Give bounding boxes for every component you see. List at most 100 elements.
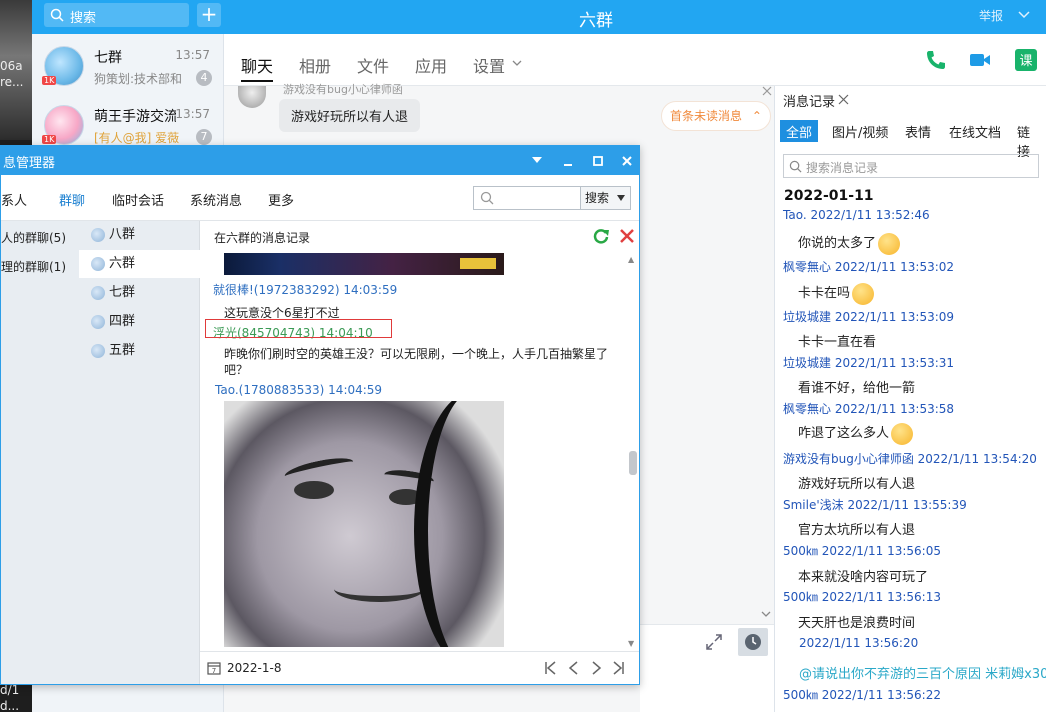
content-title: 在六群的消息记录 xyxy=(214,231,311,245)
scroll-up-icon[interactable]: ▲ xyxy=(628,255,634,264)
manager-footer: 7 2022-1-8 xyxy=(200,651,639,684)
manager-message-list: 在六群的消息记录 就很棒!(1972383292) 14:03:59 这玩意没个… xyxy=(200,221,639,651)
game-banner-image xyxy=(224,253,504,275)
scroll-down-icon[interactable]: ▼ xyxy=(628,639,634,648)
nav-contacts[interactable]: 系人 xyxy=(1,190,27,209)
banner-button xyxy=(460,258,496,269)
last-page-icon[interactable] xyxy=(610,660,626,676)
dropdown-icon[interactable] xyxy=(531,156,543,164)
history-message: 官方太坑所以有人退 xyxy=(798,523,916,538)
nav-groups[interactable]: 群聊 xyxy=(59,190,85,209)
manager-title-bar: 息管理器 xyxy=(1,146,639,175)
group-item[interactable]: 八群 xyxy=(79,221,200,249)
scrollbar-thumb[interactable] xyxy=(629,451,637,475)
close-icon[interactable] xyxy=(621,155,633,167)
tree-item[interactable]: 理的群聊(1) xyxy=(1,258,66,275)
level-badge: 1K xyxy=(42,135,57,144)
minimize-icon[interactable] xyxy=(562,155,574,167)
history-message: 卡卡一直在看 xyxy=(798,335,877,350)
group-icon xyxy=(91,315,105,329)
message-sender: 就很棒!(1972383292) 14:03:59 xyxy=(213,283,398,297)
contact-time: 13:57 xyxy=(175,48,210,62)
nav-temp-chats[interactable]: 临时会话 xyxy=(112,190,164,209)
tab-settings[interactable]: 设置 xyxy=(473,53,505,77)
refresh-icon[interactable] xyxy=(592,227,610,245)
group-name: 七群 xyxy=(109,285,136,300)
history-message: 卡卡在吗 xyxy=(798,282,875,305)
chevron-down-icon[interactable] xyxy=(1018,10,1030,20)
emoji-icon xyxy=(878,232,901,255)
lesson-icon[interactable]: 课 xyxy=(1014,48,1038,72)
nav-more[interactable]: 更多 xyxy=(268,190,294,209)
next-page-icon[interactable] xyxy=(588,660,604,676)
add-button[interactable]: + xyxy=(197,3,221,27)
calendar-icon[interactable]: 7 xyxy=(207,661,221,675)
filter-all[interactable]: 全部 xyxy=(780,120,819,142)
tree-item[interactable]: 人的群聊(5) xyxy=(1,229,66,246)
tab-chat[interactable]: 聊天 xyxy=(241,53,273,77)
chevron-down-icon[interactable] xyxy=(761,610,771,618)
filter-media[interactable]: 图片/视频 xyxy=(826,120,894,142)
message-text: 昨晚你们刷时空的英雄王没？可以无限刷，一个晚上，人手几百抽繁星了吧？ xyxy=(224,347,609,377)
history-date: 2022-01-11 xyxy=(784,188,874,204)
contact-item[interactable]: 1K 七群 13:57 狗策划:技术部和 4 xyxy=(32,38,224,96)
maximize-icon[interactable] xyxy=(592,155,604,167)
history-message-text: 咋退了这么多人 xyxy=(798,426,890,441)
avatar xyxy=(238,86,266,108)
group-item[interactable]: 六群 xyxy=(79,250,200,278)
group-item[interactable]: 七群 xyxy=(79,279,200,307)
search-placeholder: 搜索 xyxy=(70,11,97,26)
contact-time: 13:57 xyxy=(175,107,210,121)
first-page-icon[interactable] xyxy=(543,660,559,676)
message-sender: 游戏没有bug小心律师函 xyxy=(283,83,403,96)
history-message: 咋退了这么多人 xyxy=(798,422,914,445)
manager-tree: 人的群聊(5) 理的群聊(1) xyxy=(1,221,79,684)
group-item[interactable]: 四群 xyxy=(79,308,200,336)
filter-docs[interactable]: 在线文档 xyxy=(943,120,1007,142)
expand-icon[interactable] xyxy=(706,634,722,650)
search-button-label: 搜索 xyxy=(585,191,610,205)
contact-preview: 狗策划:技术部和 xyxy=(94,72,183,86)
filter-links[interactable]: 链接 xyxy=(1011,120,1046,160)
report-link[interactable]: 举报 xyxy=(979,7,1003,24)
close-icon[interactable] xyxy=(762,86,772,96)
manager-search-input[interactable]: 搜索 xyxy=(473,186,631,210)
history-title: 消息记录 xyxy=(783,95,836,110)
history-sender: 枫零無心 2022/1/11 13:53:02 xyxy=(783,260,955,274)
unread-indicator[interactable]: 首条未读消息 ⌃ xyxy=(661,101,771,131)
group-icon xyxy=(91,228,105,242)
tab-files[interactable]: 文件 xyxy=(357,53,389,77)
message-sender: Tao.(1780883533) 14:04:59 xyxy=(215,383,383,397)
window-header: 六群 举报 xyxy=(224,0,1046,34)
filter-emoji[interactable]: 表情 xyxy=(899,120,937,142)
search-button[interactable]: 搜索 xyxy=(580,187,630,209)
scrollbar[interactable] xyxy=(626,253,636,647)
history-message: 游戏好玩所以有人退 xyxy=(798,477,916,492)
footer-date: 2022-1-8 xyxy=(227,661,282,675)
history-button[interactable] xyxy=(738,628,768,656)
tab-album[interactable]: 相册 xyxy=(299,53,331,77)
highlight-box xyxy=(205,319,392,338)
video-icon[interactable] xyxy=(968,48,992,72)
history-search-placeholder: 搜索消息记录 xyxy=(806,161,879,175)
history-sender: Tao. 2022/1/11 13:52:46 xyxy=(783,208,930,222)
history-message: @请说出你不弃游的三百个原因 米莉姆x30 xyxy=(799,667,1046,682)
contact-name: 七群 xyxy=(94,50,122,66)
group-icon xyxy=(91,257,105,271)
tab-apps[interactable]: 应用 xyxy=(415,53,447,77)
search-input[interactable]: 搜索 xyxy=(44,3,189,27)
group-name: 六群 xyxy=(109,256,136,271)
delete-icon[interactable] xyxy=(618,227,636,245)
phone-icon[interactable] xyxy=(924,48,948,72)
group-item[interactable]: 五群 xyxy=(79,337,200,365)
history-sender: 垃圾城建 2022/1/11 13:53:31 xyxy=(783,356,955,370)
history-search-input[interactable]: 搜索消息记录 xyxy=(783,154,1039,178)
unread-badge: 4 xyxy=(196,70,212,86)
nav-system-messages[interactable]: 系统消息 xyxy=(190,190,242,209)
prev-page-icon[interactable] xyxy=(566,660,582,676)
close-icon[interactable] xyxy=(838,94,849,105)
history-sender: 500㎞ 2022/1/11 13:56:22 xyxy=(783,688,941,702)
contact-preview: [有人@我] 爱薇 xyxy=(94,131,180,145)
history-sender: 垃圾城建 2022/1/11 13:53:09 xyxy=(783,310,955,324)
search-icon xyxy=(789,160,802,173)
